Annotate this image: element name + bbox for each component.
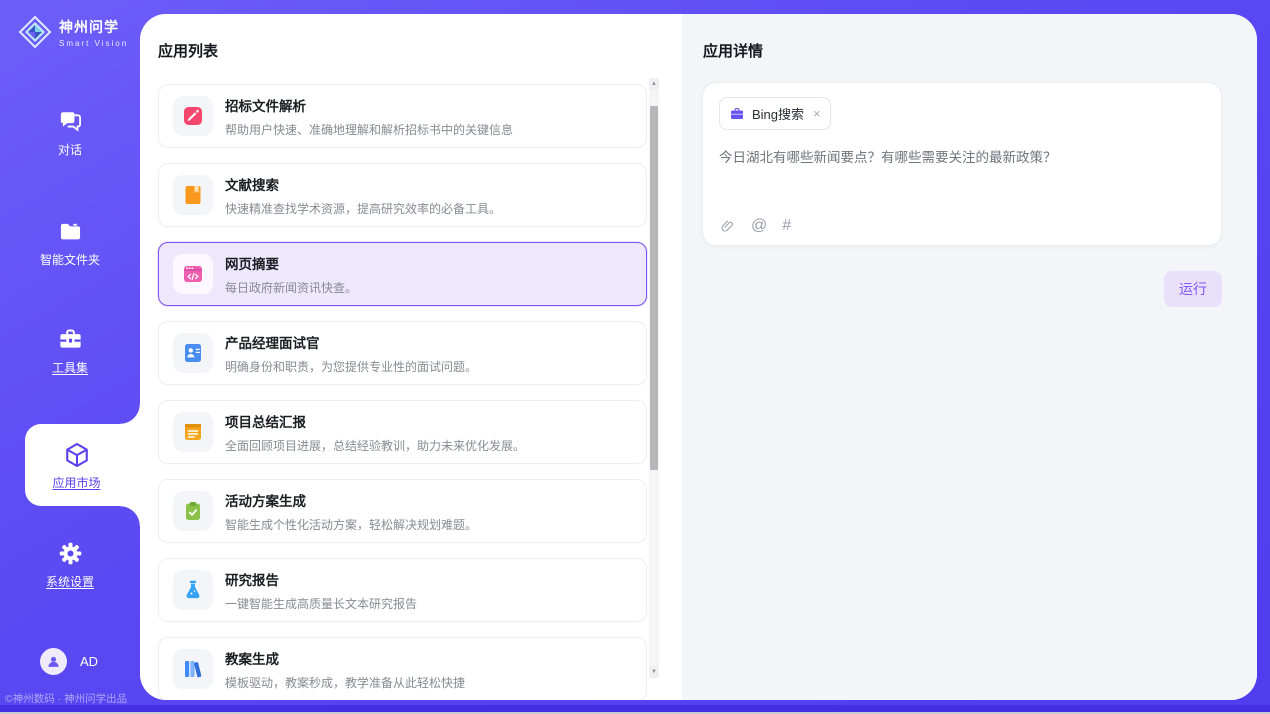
bottom-accent-bar	[0, 705, 1270, 712]
gear-icon	[57, 540, 84, 567]
run-row: 运行	[702, 271, 1222, 307]
sidebar-item-label: 工具集	[52, 359, 88, 376]
mention-icon[interactable]	[751, 217, 767, 235]
list-item-web-summary[interactable]: 网页摘要 每日政府新闻资讯快查。	[158, 242, 647, 306]
attachment-icon[interactable]	[719, 218, 736, 235]
app-desc: 帮助用户快速、准确地理解和解析招标书中的关键信息	[225, 121, 513, 138]
sidebar-item-toolkit[interactable]: 工具集	[0, 326, 140, 376]
close-icon[interactable]	[813, 107, 821, 120]
tab-curve-bottom	[120, 506, 140, 526]
sidebar-item-smart-folder[interactable]: 智能文件夹	[0, 218, 140, 268]
app-list-panel: 应用列表 招标文件解析 帮助用户快速、准确地理解和解析招标书中的关键信息	[140, 14, 682, 700]
sidebar-item-app-market[interactable]: 应用市场	[25, 424, 140, 506]
sidebar: 神州问学 Smart Vision 对话 智能文件夹 工具集	[0, 0, 140, 714]
list-item-event-plan[interactable]: 活动方案生成 智能生成个性化活动方案，轻松解决规划难题。	[158, 479, 647, 543]
list-item-lesson-plan[interactable]: 教案生成 模板驱动，教案秒成，教学准备从此轻松快捷	[158, 637, 647, 700]
app-desc: 智能生成个性化活动方案，轻松解决规划难题。	[225, 516, 477, 533]
tool-tag-label: Bing搜索	[752, 104, 804, 123]
app-title: 研究报告	[225, 569, 417, 589]
app-title: 招标文件解析	[225, 95, 513, 115]
app-list-title: 应用列表	[158, 40, 218, 61]
user-name: AD	[80, 654, 98, 669]
app-desc: 快速精准查找学术资源，提高研究效率的必备工具。	[225, 200, 501, 217]
app-title: 教案生成	[225, 648, 465, 668]
app-desc: 模板驱动，教案秒成，教学准备从此轻松快捷	[225, 674, 465, 691]
brand-name: 神州问学	[59, 17, 128, 37]
tool-tag-bing-search[interactable]: Bing搜索	[719, 97, 831, 130]
app-title: 活动方案生成	[225, 490, 477, 510]
app-desc: 一键智能生成高质量长文本研究报告	[225, 595, 417, 612]
app-title: 文献搜索	[225, 174, 501, 194]
sidebar-item-settings[interactable]: 系统设置	[0, 540, 140, 590]
app-desc: 每日政府新闻资讯快查。	[225, 279, 357, 296]
list-item-project-summary[interactable]: 项目总结汇报 全面回顾项目进展，总结经验教训，助力未来优化发展。	[158, 400, 647, 464]
interviewer-icon	[181, 341, 205, 365]
app-desc: 全面回顾项目进展，总结经验教训，助力未来优化发展。	[225, 437, 525, 454]
run-button[interactable]: 运行	[1164, 271, 1222, 307]
prompt-card: Bing搜索 今日湖北有哪些新闻要点？有哪些需要关注的最新政策？	[702, 82, 1222, 246]
input-toolbar	[719, 217, 791, 235]
book-icon	[181, 183, 205, 207]
edit-document-icon	[181, 104, 205, 128]
sidebar-item-label: 对话	[58, 141, 82, 158]
sidebar-item-label: 系统设置	[46, 573, 94, 590]
list-item-research-report[interactable]: 研究报告 一键智能生成高质量长文本研究报告	[158, 558, 647, 622]
app-title: 网页摘要	[225, 253, 357, 273]
scrollbar-thumb[interactable]	[650, 106, 658, 470]
list-item-bid-parse[interactable]: 招标文件解析 帮助用户快速、准确地理解和解析招标书中的关键信息	[158, 84, 647, 148]
chat-icon	[57, 108, 84, 135]
brand-subtitle: Smart Vision	[59, 39, 128, 48]
folder-icon	[57, 218, 84, 245]
list-item-literature-search[interactable]: 文献搜索 快速精准查找学术资源，提高研究效率的必备工具。	[158, 163, 647, 227]
brand-logo: 神州问学 Smart Vision	[18, 15, 128, 49]
scrollbar[interactable]	[649, 78, 659, 678]
app-detail-panel: 应用详情 Bing搜索 今日湖北有哪些新闻要点？有哪些需要关注的最新政策？	[682, 14, 1257, 700]
scroll-up-icon[interactable]	[649, 78, 659, 90]
app-title: 项目总结汇报	[225, 411, 525, 431]
tab-curve-top	[120, 404, 140, 424]
flask-icon	[181, 578, 205, 602]
person-icon	[45, 653, 62, 670]
books-icon	[181, 657, 205, 681]
app-list: 招标文件解析 帮助用户快速、准确地理解和解析招标书中的关键信息 文献搜索 快速精…	[158, 84, 647, 700]
app-detail-title: 应用详情	[703, 40, 763, 61]
summary-note-icon	[181, 420, 205, 444]
diamond-logo-icon	[18, 15, 52, 49]
toolbox-icon	[57, 326, 84, 353]
clipboard-check-icon	[181, 499, 205, 523]
sidebar-item-label: 应用市场	[52, 474, 100, 491]
webpage-icon	[181, 262, 205, 286]
query-input[interactable]: 今日湖北有哪些新闻要点？有哪些需要关注的最新政策？	[719, 148, 1205, 168]
user-account[interactable]: AD	[0, 648, 140, 675]
cube-icon	[62, 440, 92, 470]
hashtag-icon[interactable]	[782, 217, 791, 235]
briefcase-icon	[729, 106, 745, 122]
avatar	[40, 648, 67, 675]
sidebar-item-chat[interactable]: 对话	[0, 108, 140, 158]
main-content: 应用列表 招标文件解析 帮助用户快速、准确地理解和解析招标书中的关键信息	[140, 14, 1257, 700]
app-desc: 明确身份和职责，为您提供专业性的面试问题。	[225, 358, 477, 375]
list-item-pm-interviewer[interactable]: 产品经理面试官 明确身份和职责，为您提供专业性的面试问题。	[158, 321, 647, 385]
app-title: 产品经理面试官	[225, 332, 477, 352]
copyright-text: ©神州数码 · 神州问学出品	[5, 691, 127, 706]
scroll-down-icon[interactable]	[649, 666, 659, 678]
sidebar-item-label: 智能文件夹	[40, 251, 100, 268]
